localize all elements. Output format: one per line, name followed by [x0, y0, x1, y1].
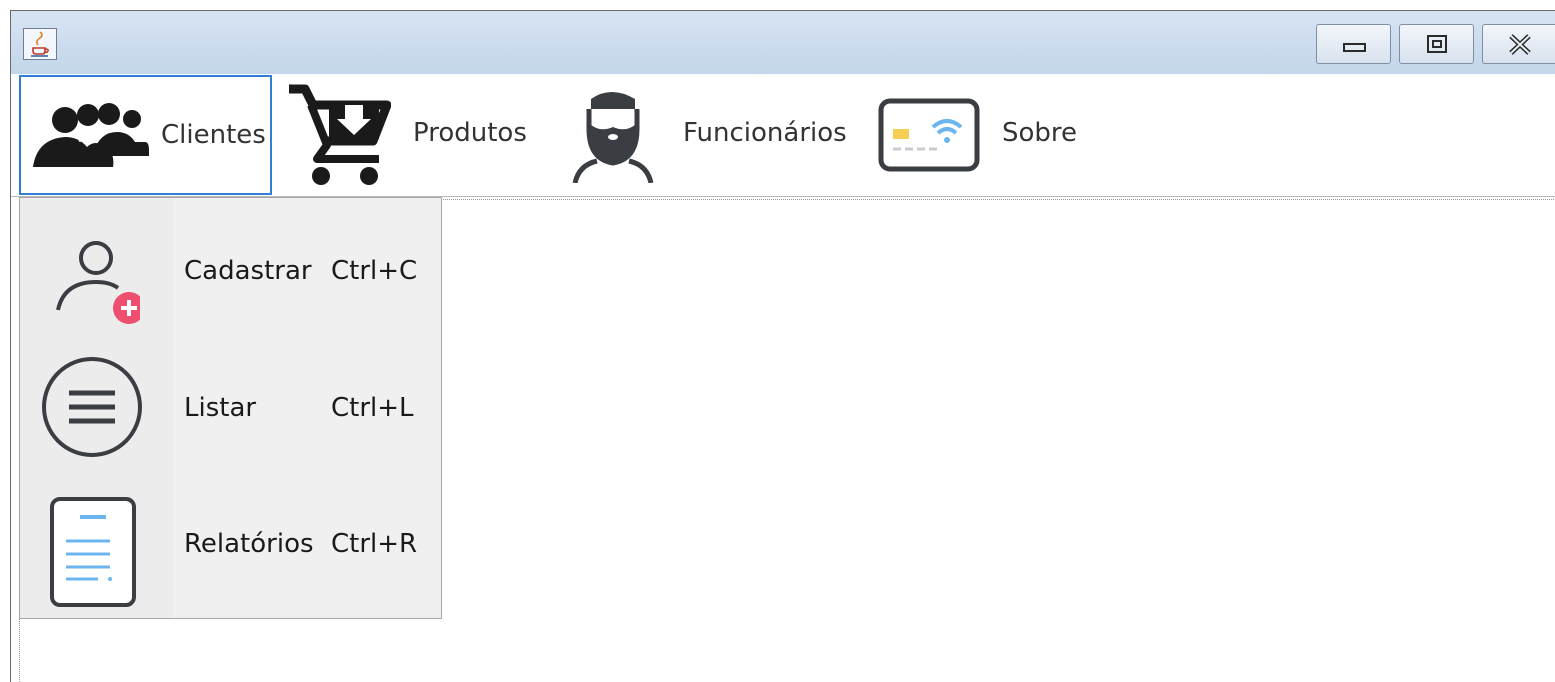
- menu-sobre[interactable]: Sobre: [871, 75, 1081, 195]
- menu-item-shortcut: Ctrl+L: [331, 393, 414, 423]
- menu-item-label: Listar: [184, 393, 257, 423]
- report-document-icon: [50, 497, 136, 607]
- menu-label: Clientes: [161, 120, 266, 150]
- menu-item-cadastrar[interactable]: Cadastrar Ctrl+C: [20, 202, 441, 338]
- menu-bar: Clientes Produtos Funcionários Sobre: [11, 74, 1555, 197]
- bearded-man-icon: [572, 92, 654, 183]
- maximize-button[interactable]: [1399, 24, 1474, 64]
- close-button[interactable]: [1482, 24, 1555, 64]
- java-cup-icon[interactable]: [23, 28, 57, 60]
- close-icon: [1509, 34, 1531, 55]
- menu-item-label: Relatórios: [184, 529, 314, 559]
- title-bar[interactable]: [11, 11, 1555, 74]
- menu-clientes[interactable]: Clientes: [19, 75, 272, 195]
- menu-produtos[interactable]: Produtos: [275, 75, 537, 195]
- menu-label: Sobre: [1002, 118, 1078, 148]
- application-window: Clientes Produtos Funcionários Sobre Cad…: [10, 10, 1555, 682]
- menu-label: Produtos: [413, 118, 527, 148]
- add-user-icon: [56, 241, 140, 324]
- menu-label: Funcionários: [683, 118, 847, 148]
- content-divider: [441, 199, 1555, 200]
- wireless-card-icon: [878, 98, 980, 172]
- minimize-button[interactable]: [1316, 24, 1391, 64]
- maximize-icon: [1427, 35, 1447, 53]
- shopping-cart-icon: [289, 84, 391, 185]
- minimize-icon: [1343, 43, 1366, 52]
- list-circle-icon: [42, 357, 142, 457]
- menu-item-shortcut: Ctrl+C: [331, 256, 418, 286]
- clientes-dropdown-menu: Cadastrar Ctrl+C Listar Ctrl+L Relatório…: [19, 197, 442, 619]
- menu-item-label: Cadastrar: [184, 256, 312, 286]
- menu-item-listar[interactable]: Listar Ctrl+L: [20, 339, 441, 475]
- people-icon: [33, 103, 149, 167]
- menu-item-relatorios[interactable]: Relatórios Ctrl+R: [20, 475, 441, 611]
- menu-funcionarios[interactable]: Funcionários: [566, 75, 856, 195]
- menu-item-shortcut: Ctrl+R: [331, 529, 418, 559]
